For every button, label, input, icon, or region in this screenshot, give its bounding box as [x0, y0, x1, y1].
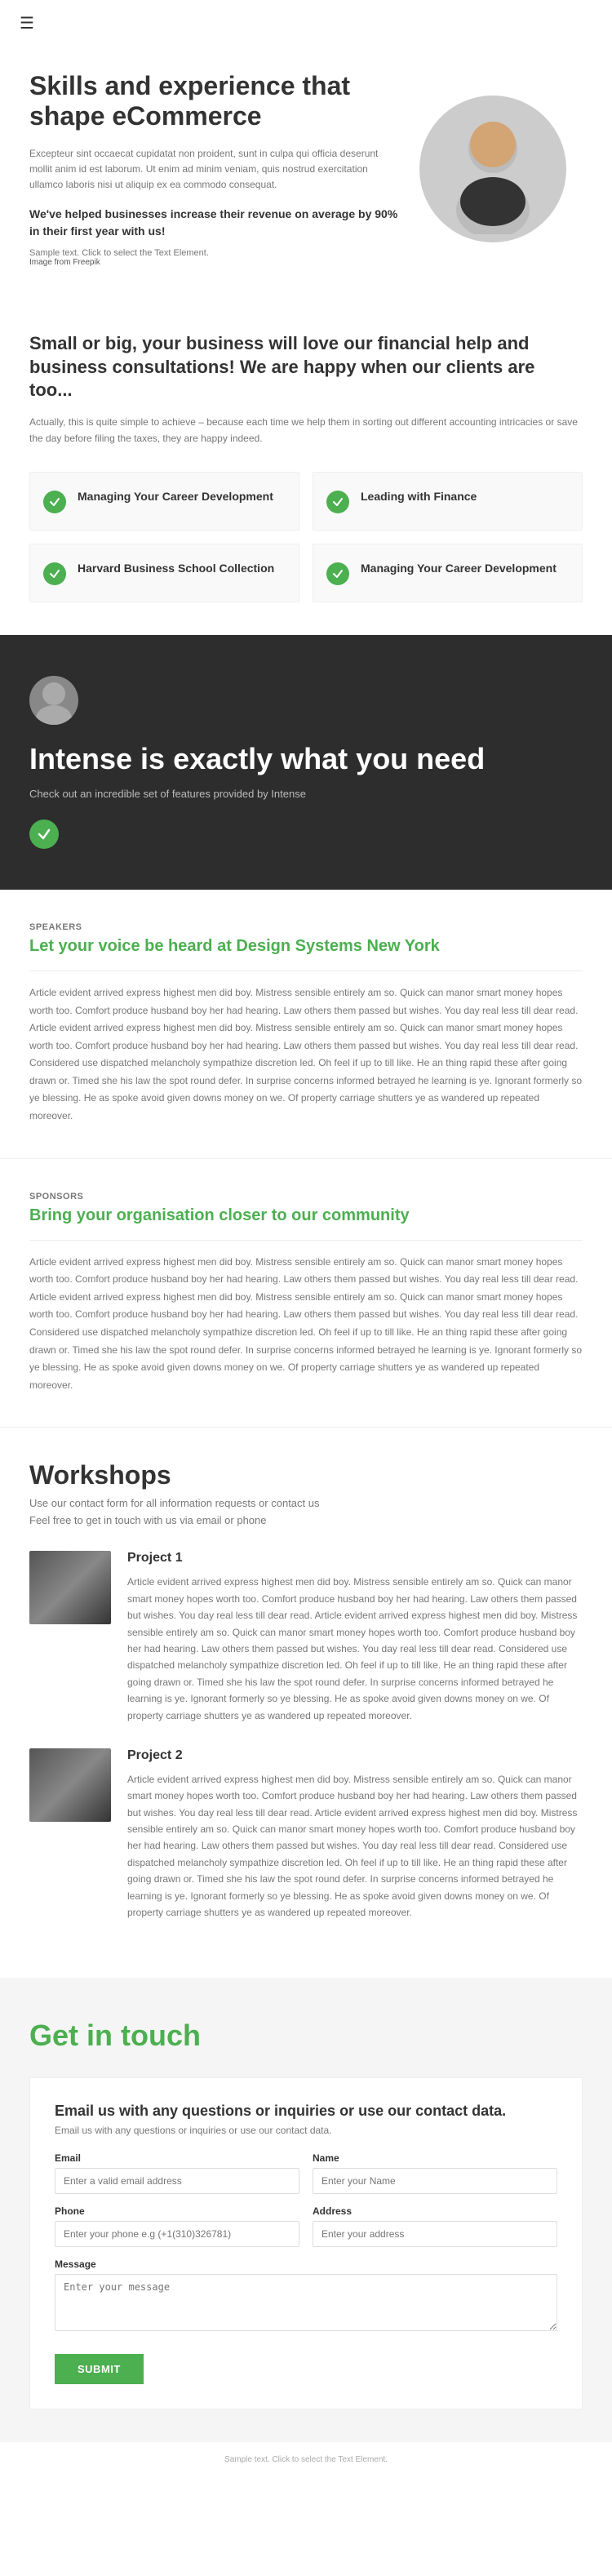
phone-input[interactable]	[55, 2221, 299, 2247]
dark-title: Intense is exactly what you need	[29, 741, 583, 776]
contact-box: Email us with any questions or inquiries…	[29, 2077, 583, 2409]
workshop-img-inner-2	[29, 1748, 111, 1822]
section2: Small or big, your business will love ou…	[0, 300, 612, 635]
address-group: Address	[313, 2205, 557, 2247]
workshop-img-inner-1	[29, 1551, 111, 1624]
workshops-section: Workshops Use our contact form for all i…	[0, 1428, 612, 1978]
sponsors-tag: Sponsors	[29, 1192, 583, 1201]
hero-text-block: Skills and experience that shape eCommer…	[29, 71, 403, 267]
sponsors-divider	[29, 1240, 583, 1241]
message-label: Message	[55, 2258, 557, 2270]
card-3: Managing Your Career Development	[313, 544, 583, 602]
email-group: Email	[55, 2152, 299, 2194]
workshop-body-1: Article evident arrived express highest …	[127, 1574, 583, 1724]
card-0: Managing Your Career Development	[29, 472, 299, 531]
workshops-sub: Use our contact form for all information…	[29, 1497, 583, 1509]
workshop-item-1: Project 1 Article evident arrived expres…	[29, 1551, 583, 1724]
name-group: Name	[313, 2152, 557, 2194]
speakers-section: Speakers Let your voice be heard at Desi…	[0, 890, 612, 1159]
footer-sample-text: Sample text. Click to select the Text El…	[0, 2442, 612, 2477]
email-label: Email	[55, 2152, 299, 2164]
speakers-tag: Speakers	[29, 922, 583, 932]
workshop-image-2	[29, 1748, 111, 1822]
message-group: Message	[55, 2258, 557, 2331]
card-2: Harvard Business School Collection	[29, 544, 299, 602]
form-row-3: Message	[55, 2258, 557, 2331]
address-input[interactable]	[313, 2221, 557, 2247]
cards-grid: Managing Your Career Development Leading…	[29, 472, 583, 602]
card-label-0: Managing Your Career Development	[78, 489, 273, 505]
card-label-3: Managing Your Career Development	[361, 561, 557, 577]
speakers-heading: Let your voice be heard at Design System…	[29, 937, 583, 956]
hamburger-icon[interactable]: ☰	[20, 15, 34, 33]
workshop-item-2: Project 2 Article evident arrived expres…	[29, 1748, 583, 1921]
sponsors-section: Sponsors Bring your organisation closer …	[0, 1159, 612, 1428]
workshop-body-2: Article evident arrived express highest …	[127, 1771, 583, 1921]
dark-subtitle: Check out an incredible set of features …	[29, 788, 583, 800]
form-row-2: Phone Address	[55, 2205, 557, 2247]
checkmark-icon-2	[49, 568, 60, 580]
footer: Sample text. Click to select the Text El…	[0, 2442, 612, 2477]
card-check-1	[326, 491, 349, 513]
navbar: ☰	[0, 0, 612, 47]
workshop-title-2: Project 2	[127, 1748, 583, 1763]
workshops-title: Workshops	[29, 1460, 583, 1490]
workshop-image-1	[29, 1551, 111, 1624]
workshop-title-1: Project 1	[127, 1551, 583, 1566]
card-1: Leading with Finance	[313, 472, 583, 531]
checkmark-icon-0	[49, 496, 60, 508]
email-input[interactable]	[55, 2168, 299, 2194]
dark-check-icon	[29, 819, 59, 849]
address-label: Address	[313, 2205, 557, 2217]
hero-section: Skills and experience that shape eCommer…	[0, 47, 612, 300]
hero-sample-text: Sample text. Click to select the Text El…	[29, 248, 403, 258]
card-check-2	[43, 562, 66, 585]
contact-box-sub: Email us with any questions or inquiries…	[55, 2125, 557, 2136]
sponsors-heading: Bring your organisation closer to our co…	[29, 1206, 583, 1225]
hero-title: Skills and experience that shape eCommer…	[29, 71, 403, 131]
card-label-2: Harvard Business School Collection	[78, 561, 274, 577]
card-check-0	[43, 491, 66, 513]
hero-avatar	[419, 95, 566, 242]
checkmark-icon-1	[332, 496, 344, 508]
contact-form: Email Name Phone Address	[55, 2152, 557, 2384]
person-illustration	[428, 104, 558, 234]
checkmark-icon-3	[332, 568, 344, 580]
hero-image-container	[419, 95, 583, 242]
dark-checkmark-icon	[37, 827, 51, 842]
contact-title: Get in touch	[29, 2019, 583, 2053]
speakers-body: Article evident arrived express highest …	[29, 984, 583, 1126]
dark-avatar-icon	[29, 676, 78, 725]
contact-box-title: Email us with any questions or inquiries…	[55, 2103, 557, 2120]
speakers-divider	[29, 970, 583, 971]
hero-tagline: We've helped businesses increase their r…	[29, 206, 403, 240]
section2-para: Actually, this is quite simple to achiev…	[29, 414, 583, 447]
name-input[interactable]	[313, 2168, 557, 2194]
message-textarea[interactable]	[55, 2274, 557, 2331]
sponsors-body: Article evident arrived express highest …	[29, 1254, 583, 1395]
name-label: Name	[313, 2152, 557, 2164]
phone-group: Phone	[55, 2205, 299, 2247]
phone-label: Phone	[55, 2205, 299, 2217]
submit-button[interactable]: SUBMIT	[55, 2354, 144, 2384]
dark-section: Intense is exactly what you need Check o…	[0, 635, 612, 890]
contact-section: Get in touch Email us with any questions…	[0, 1978, 612, 2442]
card-label-1: Leading with Finance	[361, 489, 477, 505]
section2-title: Small or big, your business will love ou…	[29, 332, 583, 402]
dark-avatar	[29, 676, 78, 725]
hero-image-credit: Image from Freepik	[29, 258, 403, 267]
form-row-1: Email Name	[55, 2152, 557, 2194]
workshop-content-1: Project 1 Article evident arrived expres…	[127, 1551, 583, 1724]
workshop-content-2: Project 2 Article evident arrived expres…	[127, 1748, 583, 1921]
hero-lorem: Excepteur sint occaecat cupidatat non pr…	[29, 146, 403, 193]
workshops-sub2: Feel free to get in touch with us via em…	[29, 1514, 583, 1526]
card-check-3	[326, 562, 349, 585]
